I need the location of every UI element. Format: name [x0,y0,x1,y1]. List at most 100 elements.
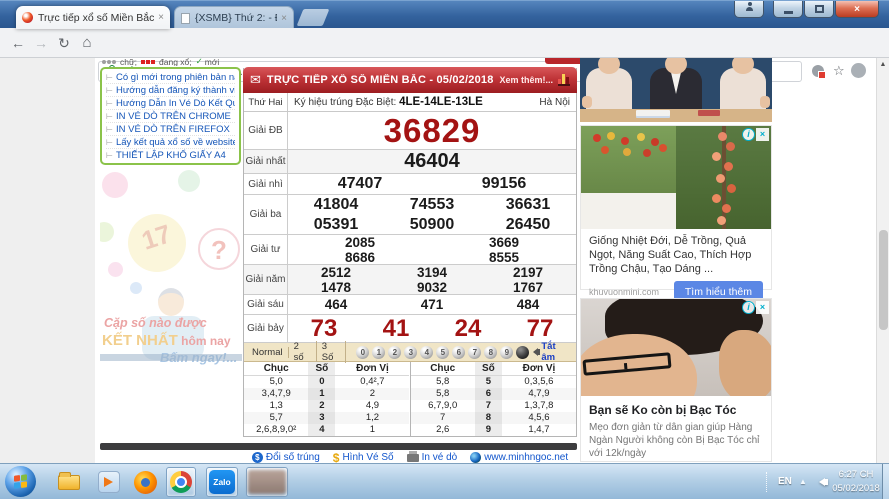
prize-number: 50900 [410,216,455,234]
scrollbar-thumb[interactable] [879,230,888,330]
ad-headline[interactable]: Giống Nhiệt Đới, Dễ Trồng, Quả Ngọt, Năn… [581,229,771,278]
digit-ball-2[interactable]: 2 [388,346,401,359]
sidebar-help-links: ⊢Có gì mới trong phiên bản này ⊢Hướng dẫ… [100,67,241,165]
promo-banner[interactable]: 17 ? Cặp số nào được KẾT NHẤT hôm nay Bấ… [100,170,242,442]
scrollbar-up-arrow[interactable]: ▲ [877,58,889,71]
sidebar-item-paper-a4[interactable]: ⊢THIẾT LẬP KHỔ GIẤY A4 [106,149,235,162]
tray-expand-icon[interactable]: ▲ [799,477,807,486]
clock-time: 6:27 CH [831,468,881,482]
digit-ball-8[interactable]: 8 [484,346,497,359]
taskbar-explorer-button[interactable] [54,467,84,497]
bookmark-star-icon[interactable]: ☆ [833,63,845,79]
taskbar-clock[interactable]: 6:27 CH 05/02/2018 [831,468,881,496]
loto-cell: 2,6,8,9,0² [244,424,308,436]
ad-photo-people[interactable] [580,58,772,122]
ad-fruit-trees[interactable]: i × Giống Nhiệt Đới, Dễ Trồng, Quả Ngọt,… [580,125,772,290]
ad-gray-hair[interactable]: i × Bạn sẽ Ko còn bị Bạc Tóc Mẹo đơn giả… [580,298,772,462]
ad-fruit-image[interactable]: i × [581,126,771,229]
digit-ball-4[interactable]: 4 [420,346,433,359]
person-icon [746,7,753,11]
window-titlebar: Trực tiếp xổ số Miền Bắc × {XSMB} Thứ 2:… [0,0,889,28]
digit-ball-1[interactable]: 1 [372,346,385,359]
taskbar-mediaplayer-button[interactable] [94,467,124,497]
tab-close-icon[interactable]: × [281,13,287,24]
envelope-icon: ✉ [250,72,261,88]
digit-ball-0[interactable]: 0 [356,346,369,359]
tab-inactive[interactable]: {XSMB} Thứ 2: - Đáp Ống × [174,6,294,29]
taskbar-zalo-button[interactable]: Zalo [206,467,238,497]
browser-toolbar: ← → ↻ ⌂ Bảo mật | https://www.minhngoc.n… [0,28,889,58]
chart-icon[interactable] [558,74,570,86]
start-button[interactable] [5,466,36,497]
ad-title[interactable]: Bạn sẽ Ko còn bị Bạc Tóc [581,396,771,417]
home-button[interactable]: ⌂ [77,33,97,53]
ad-hair-image[interactable]: i × [581,299,771,396]
loto-cell: 5,8 [411,376,475,388]
region-label: Hà Nội [530,97,576,108]
loto-cell: 7 [475,400,502,412]
sidebar-item-print-guide[interactable]: ⊢Hướng Dẫn In Vé Dò Kết Quả [106,97,235,110]
minimize-button[interactable] [773,1,803,18]
show-desktop-button[interactable] [882,464,889,499]
ball-icon [112,60,116,64]
sidebar-item-print-firefox[interactable]: ⊢IN VÉ DÒ TRÊN FIREFOX [106,123,235,136]
prize-number: 99156 [482,175,527,193]
profile-avatar[interactable] [851,63,866,78]
sidebar-item-register-guide[interactable]: ⊢Hướng dẫn đăng ký thành viên, [106,84,235,97]
extension-icon[interactable] [812,65,824,77]
loto-header: Đơn Vị [502,362,576,376]
digit-ball-dark[interactable] [516,346,529,359]
sidebar-item-get-results[interactable]: ⊢Lấy kết quả xổ số về websites [106,136,235,149]
link-doi-so-trung[interactable]: $Đổi số trúng [252,452,320,463]
lottery-ball-icon [130,282,142,294]
digit-ball-6[interactable]: 6 [452,346,465,359]
lottery-ball-icon [178,170,200,192]
digit-ball-9[interactable]: 9 [500,346,513,359]
digit-ball-7[interactable]: 7 [468,346,481,359]
adchoices-info-icon[interactable]: i [742,301,755,314]
profile-button[interactable] [734,1,764,18]
new-tab-button[interactable] [297,9,330,26]
ad-person-head [665,58,687,74]
maximize-button[interactable] [804,1,834,18]
tab-active[interactable]: Trực tiếp xổ số Miền Bắc × [16,6,170,29]
loto-cell: 2,6 [411,424,475,436]
sidebar-item-whats-new[interactable]: ⊢Có gì mới trong phiên bản này [106,71,235,84]
prize-number: 2085 [345,235,375,250]
volume-icon[interactable] [815,478,825,486]
ad-close-icon[interactable]: × [756,301,769,314]
mode-3-digits[interactable]: 3 Số [317,341,347,363]
see-more-link[interactable]: Xem thêm!... [499,75,553,85]
prize-number: 26450 [506,216,551,234]
ad-close-icon[interactable]: × [756,128,769,141]
back-button[interactable]: ← [8,33,28,53]
digit-ball-3[interactable]: 3 [404,346,417,359]
loto-cell: 5 [475,376,502,388]
sidebar-item-print-chrome[interactable]: ⊢IN VÉ DÒ TRÊN CHROME [106,110,235,123]
close-button[interactable]: × [835,1,879,18]
result-toolbar: Normal 2 số 3 Số 0 1 2 3 4 5 6 7 8 9 Tắt… [244,343,576,362]
mode-2-digits[interactable]: 2 số [289,341,317,363]
taskbar-chrome-button[interactable] [166,467,196,497]
firefox-icon [134,471,157,494]
mode-normal[interactable]: Normal [250,347,289,358]
tab-close-icon[interactable]: × [158,12,164,23]
reload-button[interactable]: ↻ [54,33,74,53]
prize-number: 8686 [345,250,375,265]
widget-header: ✉ TRỰC TIẾP XỔ SỐ MIỀN BẮC - 05/02/2018 … [243,67,577,93]
language-indicator[interactable]: EN [778,476,792,487]
adchoices-info-icon[interactable]: i [742,128,755,141]
prize-number: 484 [517,297,540,312]
coin-dollar-icon: $ [252,452,263,463]
folder-icon [58,475,80,490]
digit-ball-5[interactable]: 5 [436,346,449,359]
link-minhngoc-home[interactable]: www.minhngoc.net [470,452,568,463]
loto-cell: 4 [308,424,335,436]
mute-button[interactable]: Tắt âm [529,341,570,363]
taskbar-firefox-button[interactable] [130,467,160,497]
prize-label: Giải sáu [244,295,288,314]
link-in-ve-do[interactable]: In vé dò [407,452,458,463]
taskbar-app-button[interactable] [246,467,288,497]
page-scrollbar[interactable]: ▲ [876,58,889,463]
forward-button[interactable]: → [31,33,51,53]
